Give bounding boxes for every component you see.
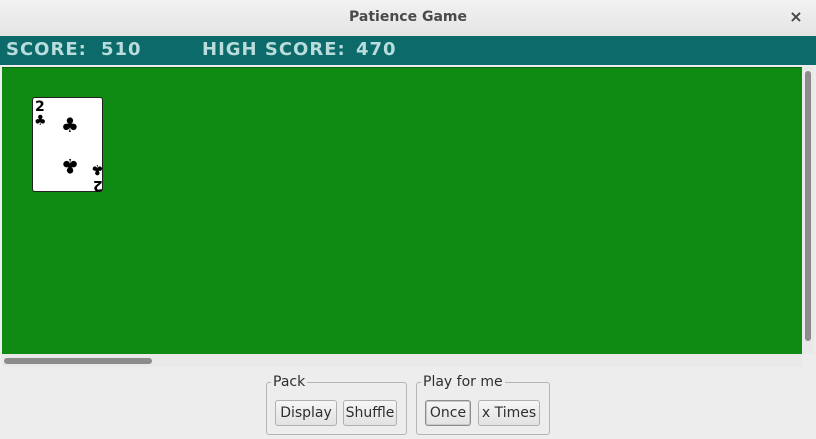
window-title: Patience Game — [349, 9, 467, 25]
card-table[interactable] — [2, 67, 802, 355]
card-rank-top: 2 — [35, 99, 45, 115]
score-value: 510 — [101, 39, 142, 60]
score-label: SCORE: — [6, 39, 87, 60]
once-button[interactable]: Once — [425, 400, 471, 426]
close-icon[interactable]: × — [788, 8, 804, 26]
club-icon: ♣ — [91, 161, 104, 177]
play-for-me-legend: Play for me — [421, 373, 505, 391]
card-rank-bottom: 2 — [93, 177, 103, 193]
score-bar: SCORE: 510 HIGH SCORE: 470 — [0, 36, 816, 65]
high-score-value: 470 — [356, 39, 397, 60]
club-icon: ♣ — [34, 113, 47, 129]
display-button[interactable]: Display — [275, 400, 337, 426]
x-times-button[interactable]: x Times — [478, 400, 540, 426]
playing-card[interactable]: 2 ♣ ♣ ♣ ♣ 2 — [32, 97, 104, 193]
pack-panel: Pack Display Shuffle — [266, 373, 407, 435]
horizontal-scrollbar[interactable] — [2, 354, 802, 367]
club-icon: ♣ — [61, 154, 79, 178]
vertical-scroll-thumb[interactable] — [805, 71, 811, 341]
shuffle-button[interactable]: Shuffle — [343, 400, 397, 426]
play-for-me-panel: Play for me Once x Times — [416, 373, 550, 435]
vertical-scrollbar[interactable] — [802, 67, 814, 354]
high-score-label: HIGH SCORE: — [202, 39, 346, 60]
club-icon: ♣ — [61, 113, 79, 137]
horizontal-scroll-thumb[interactable] — [4, 358, 152, 364]
pack-legend: Pack — [271, 373, 308, 391]
title-bar: Patience Game × — [0, 0, 816, 37]
